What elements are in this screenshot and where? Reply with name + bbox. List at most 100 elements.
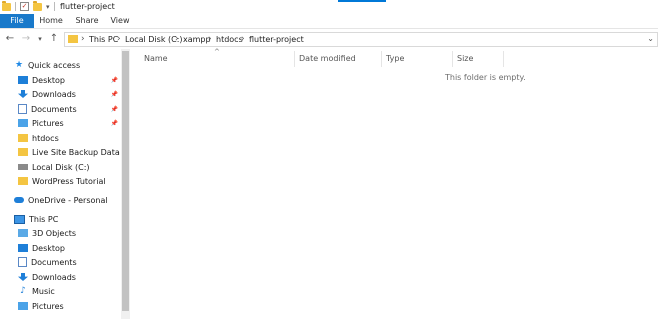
desktop-icon (18, 76, 28, 84)
column-header-date-modified[interactable]: Date modified (299, 54, 356, 63)
quick-access-toolbar: ✓ ▾ (2, 0, 55, 11)
sidebar-scrollbar[interactable] (121, 49, 130, 319)
breadcrumb-this-pc[interactable]: This PC (89, 34, 118, 45)
separator (53, 2, 55, 11)
chevron-right-icon[interactable]: › (175, 33, 179, 45)
documents-icon (18, 257, 27, 267)
sidebar-item-wordpress-tutorial[interactable]: WordPress Tutorial (18, 174, 121, 188)
folder-icon (18, 134, 28, 142)
pictures-icon (18, 119, 28, 127)
column-divider[interactable] (381, 51, 382, 67)
folder-icon (2, 0, 11, 11)
tab-share[interactable]: Share (72, 14, 102, 28)
pin-icon[interactable]: 📌 (111, 106, 118, 113)
sidebar-item-label: Pictures (32, 118, 64, 128)
chevron-right-icon[interactable]: › (81, 33, 85, 45)
title-accent-strip (338, 0, 386, 2)
recent-locations-chevron-icon[interactable]: ▾ (34, 33, 46, 45)
tab-view[interactable]: View (106, 14, 134, 28)
tab-home[interactable]: Home (36, 14, 66, 28)
sidebar-this-pc[interactable]: This PC (14, 212, 121, 226)
sidebar-item-pc-downloads[interactable]: Downloads (18, 270, 121, 284)
chevron-right-icon[interactable]: › (241, 33, 245, 45)
cloud-icon (14, 197, 24, 203)
sidebar-item-label: WordPress Tutorial (32, 176, 106, 186)
back-arrow-icon[interactable]: ← (4, 33, 16, 45)
pictures-icon (18, 302, 28, 310)
sidebar-item-live-site-backup[interactable]: Live Site Backup Data (18, 145, 121, 159)
pin-icon[interactable]: 📌 (111, 77, 118, 84)
sidebar-item-documents[interactable]: Documents 📌 (18, 102, 121, 116)
sidebar-item-pc-pictures[interactable]: Pictures (18, 299, 121, 313)
sidebar-item-label: Downloads (32, 272, 76, 282)
sidebar-item-label: Documents (31, 257, 77, 267)
sidebar-item-label: OneDrive - Personal (28, 195, 108, 205)
sidebar-item-pc-desktop[interactable]: Desktop (18, 241, 121, 255)
computer-icon (14, 214, 25, 224)
scrollbar-thumb[interactable] (122, 51, 129, 311)
folder-icon (68, 35, 78, 43)
folder-icon (18, 148, 28, 156)
sidebar-item-htdocs[interactable]: htdocs (18, 131, 121, 145)
chevron-right-icon[interactable]: › (208, 33, 212, 45)
ribbon-tabs: File Home Share View (0, 14, 658, 29)
sidebar-item-label: htdocs (32, 133, 59, 143)
window-title: flutter-project (60, 2, 115, 11)
up-arrow-icon[interactable]: ↑ (48, 33, 60, 45)
sidebar-item-desktop[interactable]: Desktop 📌 (18, 73, 121, 87)
breadcrumb-xampp[interactable]: xampp (183, 34, 211, 45)
sidebar-item-label: Documents (31, 104, 77, 114)
sidebar-item-label: Pictures (32, 301, 64, 311)
sidebar-item-label: Music (32, 286, 55, 296)
desktop-icon (18, 244, 28, 252)
column-header-type[interactable]: Type (386, 54, 404, 63)
file-list-pane[interactable]: ^ Name Date modified Type Size This fold… (130, 48, 658, 319)
chevron-right-icon[interactable]: › (117, 33, 121, 45)
star-icon: ★ (14, 60, 24, 70)
documents-icon (18, 104, 27, 114)
forward-arrow-icon[interactable]: → (20, 33, 32, 45)
column-header-size[interactable]: Size (457, 54, 473, 63)
sidebar-item-label: Desktop (32, 243, 65, 253)
sidebar-item-label: Live Site Backup Data (32, 147, 120, 157)
title-bar: ✓ ▾ flutter-project (0, 0, 658, 14)
address-dropdown-icon[interactable]: ⌄ (647, 34, 654, 43)
sidebar-item-downloads[interactable]: Downloads 📌 (18, 87, 121, 101)
sidebar-item-label: Downloads (32, 89, 76, 99)
pin-icon[interactable]: 📌 (111, 91, 118, 98)
sidebar-item-label: Desktop (32, 75, 65, 85)
column-divider[interactable] (503, 51, 504, 67)
sidebar-item-label: Quick access (28, 60, 81, 70)
sidebar-item-local-disk[interactable]: Local Disk (C:) (18, 160, 121, 174)
sidebar-quick-access[interactable]: ★ Quick access (14, 58, 121, 72)
music-icon: ♪ (20, 286, 26, 296)
sidebar-item-3d-objects[interactable]: 3D Objects (18, 226, 121, 240)
customize-toolbar-icon[interactable]: ▾ (46, 3, 50, 11)
address-box[interactable]: › This PC › Local Disk (C:) › xampp › ht… (64, 32, 658, 47)
pin-icon[interactable]: 📌 (111, 120, 118, 127)
tab-file[interactable]: File (0, 14, 34, 28)
folder-icon (18, 177, 28, 185)
column-divider[interactable] (452, 51, 453, 67)
sidebar-item-label: This PC (29, 214, 59, 224)
new-folder-icon[interactable] (33, 0, 42, 11)
sidebar-onedrive[interactable]: OneDrive - Personal (14, 193, 121, 207)
3d-objects-icon (18, 229, 28, 237)
column-header-name[interactable]: Name (144, 54, 168, 63)
separator (15, 2, 16, 11)
disk-icon (18, 164, 28, 170)
sidebar-item-label: Local Disk (C:) (32, 162, 90, 172)
empty-folder-message: This folder is empty. (445, 73, 526, 82)
breadcrumb-flutter-project[interactable]: flutter-project (249, 34, 304, 45)
sidebar-item-pictures[interactable]: Pictures 📌 (18, 116, 121, 130)
breadcrumb-local-disk[interactable]: Local Disk (C:) (125, 34, 183, 45)
properties-check-icon[interactable]: ✓ (20, 2, 29, 11)
sidebar-item-pc-documents[interactable]: Documents (18, 255, 121, 269)
download-icon (18, 90, 28, 98)
breadcrumb-htdocs[interactable]: htdocs (216, 34, 243, 45)
navigation-pane: ★ Quick access Desktop 📌 Downloads 📌 Doc… (0, 49, 121, 319)
download-icon (18, 273, 28, 281)
sort-caret-icon: ^ (214, 48, 220, 56)
column-divider[interactable] (294, 51, 295, 67)
sidebar-item-music[interactable]: ♪ Music (18, 284, 121, 298)
